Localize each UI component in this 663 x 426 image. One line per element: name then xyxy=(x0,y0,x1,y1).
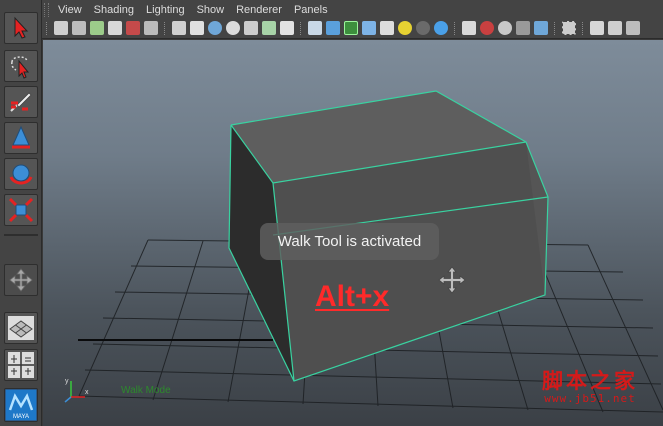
toolbar-separator xyxy=(300,22,302,35)
rotate-sphere-icon xyxy=(9,164,33,185)
select-arrow-icon xyxy=(14,16,29,39)
watermark-title: 脚本之家 xyxy=(542,368,638,393)
image-plane-icon[interactable] xyxy=(108,21,122,35)
watermark-url: www.jb51.net xyxy=(544,392,636,405)
move-arrows-icon xyxy=(9,268,33,292)
perspective-grid-icon xyxy=(8,316,34,340)
xray-active-components-icon[interactable] xyxy=(590,21,604,35)
maya-logo-button[interactable]: MAYA xyxy=(4,388,38,422)
field-chart-icon[interactable] xyxy=(244,21,258,35)
two-d-pan-zoom-icon[interactable] xyxy=(126,21,140,35)
menu-shading[interactable]: Shading xyxy=(90,4,142,16)
bookmarks-icon[interactable] xyxy=(90,21,104,35)
camera-attributes-icon[interactable] xyxy=(72,21,86,35)
paint-select-tool-button[interactable] xyxy=(4,86,38,118)
view-axis-indicator: y x xyxy=(64,378,89,403)
resolution-gate-icon[interactable] xyxy=(208,21,222,35)
four-pane-layout-button[interactable] xyxy=(4,349,38,381)
film-gate-icon[interactable] xyxy=(190,21,204,35)
menu-lighting[interactable]: Lighting xyxy=(142,4,193,16)
toolbar-separator xyxy=(454,22,456,35)
menu-show[interactable]: Show xyxy=(193,4,233,16)
backface-culling-icon[interactable] xyxy=(608,21,622,35)
site-watermark: 脚本之家 www.jb51.net xyxy=(525,368,655,406)
xray-icon[interactable] xyxy=(362,21,376,35)
high-quality-icon[interactable] xyxy=(434,21,448,35)
screen-space-ao-icon[interactable] xyxy=(462,21,476,35)
gate-mask-icon[interactable] xyxy=(226,21,240,35)
manipulator-tool-button[interactable] xyxy=(4,264,38,296)
scale-cube-icon xyxy=(8,197,34,223)
safe-action-icon[interactable] xyxy=(262,21,276,35)
toolbox-divider xyxy=(4,234,38,236)
shortcut-hint: Alt+x xyxy=(315,280,390,313)
default-material-icon[interactable] xyxy=(626,21,640,35)
move-cone-icon xyxy=(12,125,30,149)
walk-mode-status: Walk Mode xyxy=(121,385,171,396)
lasso-icon xyxy=(11,56,30,79)
single-pane-layout-button[interactable] xyxy=(4,312,38,344)
menu-grip-handle[interactable] xyxy=(44,2,49,17)
wireframe-icon[interactable] xyxy=(308,21,322,35)
tool-activated-toast: Walk Tool is activated xyxy=(260,223,439,260)
grease-pencil-icon[interactable] xyxy=(144,21,158,35)
textured-icon[interactable] xyxy=(380,21,394,35)
four-panes-icon xyxy=(8,352,34,378)
scale-tool-button[interactable] xyxy=(4,194,38,226)
select-tool-button[interactable] xyxy=(4,12,38,44)
safe-title-icon[interactable] xyxy=(280,21,294,35)
maya-logo-text: MAYA xyxy=(13,414,29,420)
menu-renderer[interactable]: Renderer xyxy=(232,4,290,16)
lasso-tool-button[interactable] xyxy=(4,50,38,82)
maya-logo-icon: MAYA xyxy=(6,390,36,420)
grid-icon[interactable] xyxy=(172,21,186,35)
toolbar-separator xyxy=(554,22,556,35)
axis-x-label: x xyxy=(85,389,89,396)
toolbox: MAYA xyxy=(0,0,42,426)
isolate-select-icon[interactable] xyxy=(534,21,548,35)
shadows-icon[interactable] xyxy=(416,21,430,35)
toolbar-separator xyxy=(582,22,584,35)
cube-front-face xyxy=(273,142,548,381)
axis-y-label: y xyxy=(65,378,69,385)
xray-joints-icon[interactable] xyxy=(562,21,576,35)
toolbar-grip xyxy=(46,22,48,35)
panel-menu-bar: View Shading Lighting Show Renderer Pane… xyxy=(42,0,663,19)
rotate-tool-button[interactable] xyxy=(4,158,38,190)
use-all-lights-icon[interactable] xyxy=(398,21,412,35)
select-camera-icon[interactable] xyxy=(54,21,68,35)
wireframe-on-shaded-icon[interactable] xyxy=(344,21,358,35)
depth-of-field-icon[interactable] xyxy=(516,21,530,35)
menu-panels[interactable]: Panels xyxy=(290,4,336,16)
smooth-shade-icon[interactable] xyxy=(326,21,340,35)
panel-toolbar xyxy=(42,19,663,39)
paint-brush-icon xyxy=(10,92,32,112)
menu-view[interactable]: View xyxy=(54,4,90,16)
toolbar-separator xyxy=(164,22,166,35)
multisample-icon[interactable] xyxy=(498,21,512,35)
motion-blur-icon[interactable] xyxy=(480,21,494,35)
move-tool-button[interactable] xyxy=(4,122,38,154)
